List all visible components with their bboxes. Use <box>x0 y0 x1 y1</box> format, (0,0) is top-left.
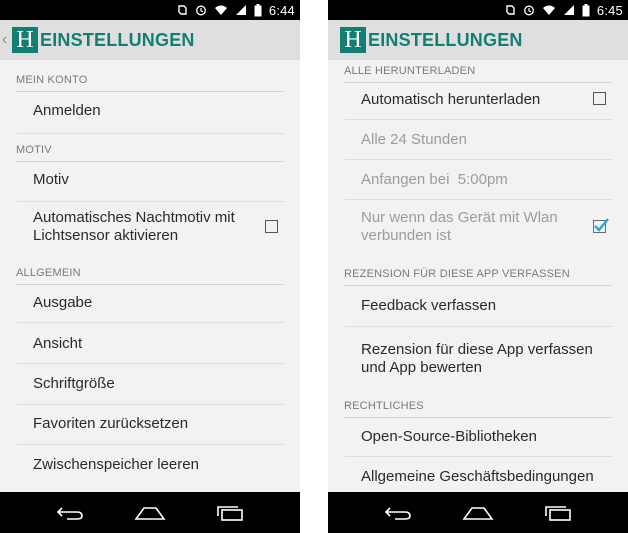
section-header-mein-konto: MEIN KONTO <box>16 74 284 92</box>
settings-item-motiv[interactable]: Motiv <box>17 162 284 202</box>
settings-item-label: Nur wenn das Gerät mit Wlan verbunden is… <box>361 209 558 244</box>
settings-item-label: Alle 24 Stunden <box>361 131 467 148</box>
navigation-bar <box>328 492 628 533</box>
wifi-icon <box>214 4 228 16</box>
settings-item-nur-wlan: Nur wenn das Gerät mit Wlan verbunden is… <box>345 200 612 255</box>
section-header-rezension: REZENSION FÜR DIESE APP VERFASSEN <box>344 268 612 286</box>
clock: 6:45 <box>596 2 623 18</box>
battery-icon <box>582 3 590 17</box>
action-bar: ‹ H EINSTELLUNGEN <box>328 20 628 60</box>
settings-item-automatisch-herunterladen[interactable]: Automatisch herunterladen <box>345 80 612 120</box>
settings-screen-left: 6:44 ‹ H EINSTELLUNGEN MEIN KONTO Anmeld… <box>0 0 300 533</box>
settings-item-rezension[interactable]: Rezension für diese App verfassen und Ap… <box>345 327 612 387</box>
status-bar: 6:44 <box>0 0 300 20</box>
settings-screen-right: 6:45 ‹ H EINSTELLUNGEN ALLE HERUNTERLADE… <box>328 0 628 533</box>
settings-item-label: Open-Source-Bibliotheken <box>361 428 537 445</box>
up-caret-icon[interactable]: ‹ <box>2 32 10 48</box>
settings-item-label: Feedback verfassen <box>361 297 497 314</box>
home-icon[interactable] <box>133 501 167 525</box>
battery-icon <box>254 3 262 17</box>
nachtmotiv-checkbox[interactable] <box>265 220 278 233</box>
home-icon[interactable] <box>461 501 495 525</box>
settings-item-label: Rezension für diese App verfassen und Ap… <box>361 341 593 376</box>
settings-item-anmelden[interactable]: Anmelden <box>17 93 284 134</box>
action-bar: ‹ H EINSTELLUNGEN <box>0 20 300 60</box>
settings-item-anfangen-bei: Anfangen bei 5:00pm <box>345 160 612 200</box>
settings-item-agb[interactable]: Allgemeine Geschäftsbedingungen <box>345 457 612 492</box>
settings-item-ansicht[interactable]: Ansicht <box>17 323 284 364</box>
settings-item-favoriten[interactable]: Favoriten zurücksetzen <box>17 405 284 445</box>
settings-item-label: Anfangen bei 5:00pm <box>361 171 508 188</box>
settings-item-label: Automatisch herunterladen <box>361 91 541 108</box>
alarm-icon <box>523 4 535 16</box>
settings-item-zwischenspeicher[interactable]: Zwischenspeicher leeren <box>17 445 284 485</box>
settings-item-schriftgroesse[interactable]: Schriftgröße <box>17 364 284 405</box>
navigation-bar <box>0 492 300 533</box>
rotation-icon <box>176 4 188 16</box>
settings-item-open-source[interactable]: Open-Source-Bibliotheken <box>345 417 612 457</box>
section-header-rechtliches: RECHTLICHES <box>344 400 612 418</box>
status-bar: 6:45 <box>328 0 628 20</box>
app-logo[interactable]: H <box>340 27 366 53</box>
recents-icon[interactable] <box>541 501 575 525</box>
alarm-icon <box>195 4 207 16</box>
settings-item-label: Ansicht <box>33 335 83 352</box>
clock: 6:44 <box>268 2 295 18</box>
settings-item-label: Allgemeine Geschäftsbedingungen <box>361 468 594 485</box>
settings-item-label: Anmelden <box>33 102 101 119</box>
settings-item-label: Schriftgröße <box>33 375 115 392</box>
back-icon[interactable] <box>53 501 87 525</box>
page-title: EINSTELLUNGEN <box>368 29 523 50</box>
page-title: EINSTELLUNGEN <box>40 29 195 50</box>
recents-icon[interactable] <box>213 501 247 525</box>
settings-item-nachtmotiv[interactable]: Automatisches Nachtmotiv mit Lichtsensor… <box>17 202 284 258</box>
signal-icon <box>563 4 575 16</box>
signal-icon <box>235 4 247 16</box>
settings-list: ALLE HERUNTERLADEN Automatisch herunterl… <box>328 60 628 492</box>
back-icon[interactable] <box>381 501 415 525</box>
settings-item-label: Motiv <box>33 171 69 188</box>
settings-item-label: Automatisches Nachtmotiv mit Lichtsensor… <box>33 209 235 244</box>
settings-item-alle-24-stunden: Alle 24 Stunden <box>345 120 612 160</box>
settings-item-label: Zwischenspeicher leeren <box>33 456 199 473</box>
wifi-icon <box>542 4 556 16</box>
settings-item-feedback[interactable]: Feedback verfassen <box>345 286 612 327</box>
checkmark-icon <box>594 218 609 232</box>
settings-list: MEIN KONTO Anmelden MOTIV Motiv Automati… <box>0 60 300 492</box>
settings-item-label: Favoriten zurücksetzen <box>33 415 189 432</box>
rotation-icon <box>504 4 516 16</box>
settings-item-label: Ausgabe <box>33 294 93 311</box>
wlan-only-checkbox <box>593 218 609 233</box>
app-logo[interactable]: H <box>12 27 38 53</box>
section-header-motiv: MOTIV <box>16 144 284 162</box>
settings-item-ausgabe[interactable]: Ausgabe <box>17 282 284 323</box>
auto-download-checkbox[interactable] <box>593 92 606 105</box>
